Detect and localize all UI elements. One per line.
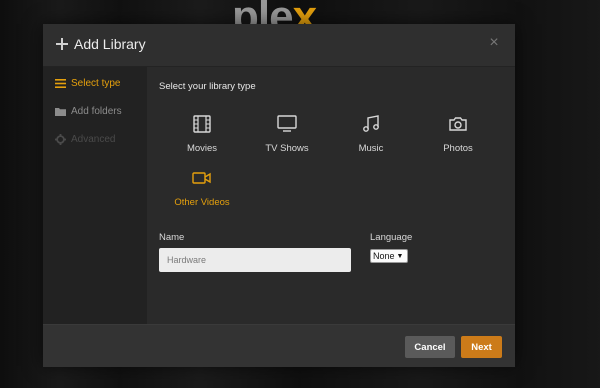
library-type-other-videos[interactable]: Other Videos	[162, 167, 242, 217]
library-type-label: Photos	[443, 143, 473, 154]
sidebar-item-select-type[interactable]: Select type	[55, 75, 120, 91]
language-select[interactable]: None ▼	[370, 249, 408, 263]
close-icon[interactable]: ×	[487, 35, 501, 51]
next-button[interactable]: Next	[461, 336, 502, 358]
plus-icon	[56, 38, 68, 50]
music-note-icon	[363, 115, 379, 132]
dialog-title: Add Library	[74, 36, 146, 52]
dialog-header: Add Library ×	[43, 24, 515, 67]
video-camera-icon	[192, 172, 211, 184]
tv-icon	[277, 115, 297, 132]
list-icon	[55, 78, 66, 88]
dialog-footer: Cancel Next	[43, 324, 515, 367]
sidebar-item-label: Add folders	[71, 105, 122, 117]
library-type-movies[interactable]: Movies	[162, 113, 242, 163]
library-name-input[interactable]	[159, 248, 351, 272]
section-title: Select your library type	[159, 81, 256, 92]
library-type-panel: Select your library type Movies TV Shows…	[147, 67, 515, 324]
library-type-label: Movies	[186, 143, 218, 154]
sidebar-item-add-folders[interactable]: Add folders	[55, 103, 122, 119]
library-type-label: TV Shows	[265, 143, 309, 154]
library-type-photos[interactable]: Photos	[418, 113, 498, 163]
folder-icon	[55, 107, 66, 116]
film-icon	[193, 115, 211, 133]
sidebar-item-advanced: Advanced	[55, 131, 115, 147]
cancel-button[interactable]: Cancel	[405, 336, 455, 358]
language-label: Language	[370, 232, 413, 243]
sidebar-item-label: Select type	[71, 77, 121, 89]
library-type-music[interactable]: Music	[331, 113, 411, 163]
language-select-value: None	[373, 251, 395, 261]
gear-icon	[55, 133, 66, 145]
wizard-sidebar: Select type Add folders Advanced	[43, 67, 147, 324]
library-type-label: Music	[358, 143, 384, 154]
library-type-tv-shows[interactable]: TV Shows	[247, 113, 327, 163]
add-library-dialog: Add Library × Select type Add folders Ad…	[43, 24, 515, 367]
name-label: Name	[159, 232, 185, 243]
library-type-label: Other Videos	[174, 197, 230, 208]
camera-icon	[449, 117, 467, 131]
chevron-down-icon: ▼	[396, 252, 404, 260]
sidebar-item-label: Advanced	[71, 133, 116, 145]
